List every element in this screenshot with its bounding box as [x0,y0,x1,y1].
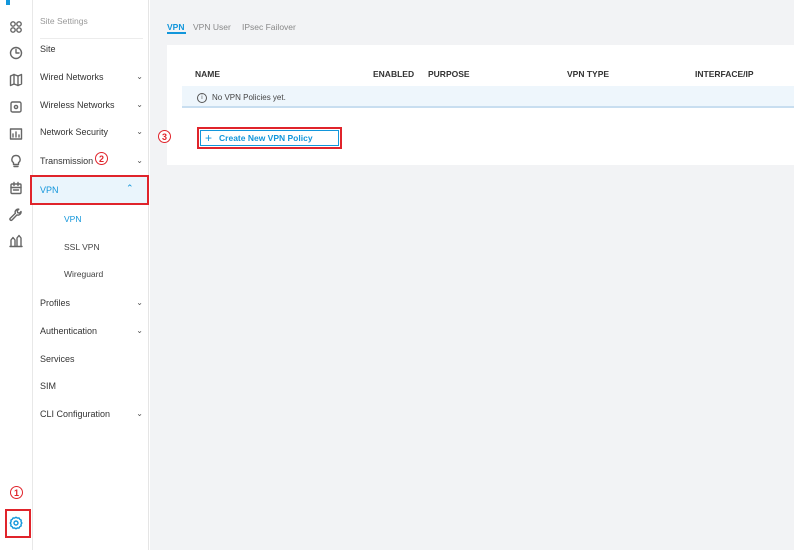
sidebar-item-label: Authentication [40,326,98,336]
divider [40,38,143,39]
sidebar-item-label: Profiles [40,298,71,308]
sidebar-item-vpn[interactable]: VPN ⌃ [30,175,149,205]
column-header-interface-ip[interactable]: INTERFACE/IP [695,69,754,79]
map-icon[interactable] [7,71,25,89]
sidebar-item-label: VPN [40,185,59,195]
column-header-vpn-type[interactable]: VPN TYPE [567,69,609,79]
active-tab-indicator [167,32,186,34]
step-3-badge: 3 [158,130,171,143]
sidebar-subitem-ssl-vpn[interactable]: SSL VPN [64,242,100,252]
chevron-down-icon: ⌄ [136,326,143,335]
plus-icon: + [205,131,213,145]
step-2-badge: 2 [95,152,108,165]
sidebar-item-label: CLI Configuration [40,409,111,419]
sidebar-item-network-security[interactable]: Network Security ⌄ [40,124,143,140]
empty-state-text: No VPN Policies yet. [212,93,286,102]
sidebar-item-cli-configuration[interactable]: CLI Configuration ⌄ [40,406,143,422]
sidebar-item-label: Site [40,44,56,54]
sidebar-item-transmission[interactable]: Transmission ⌄ [40,153,143,169]
sidebar-item-wireless-networks[interactable]: Wireless Networks ⌄ [40,97,143,113]
sidebar-item-label: Network Security [40,127,109,137]
column-header-purpose[interactable]: PURPOSE [428,69,470,79]
main-content: VPN VPN User IPsec Failover NAME ENABLED… [150,0,794,550]
sidebar-item-profiles[interactable]: Profiles ⌄ [40,295,143,311]
bulb-icon[interactable] [7,152,25,170]
create-vpn-policy-button[interactable]: + Create New VPN Policy [200,130,339,146]
apps-icon[interactable] [7,18,25,36]
create-vpn-policy-highlight: + Create New VPN Policy [197,127,342,149]
chart-icon[interactable] [7,232,25,250]
chevron-down-icon: ⌄ [136,127,143,136]
chevron-down-icon: ⌄ [136,100,143,109]
chevron-down-icon: ⌄ [136,409,143,418]
sidebar-item-wired-networks[interactable]: Wired Networks ⌄ [40,69,143,85]
sidebar-item-services[interactable]: Services [40,351,143,367]
sidebar-item-sim[interactable]: SIM [40,378,143,394]
tab-ipsec-failover[interactable]: IPsec Failover [242,22,296,32]
sidebar-item-label: SIM [40,381,57,391]
create-button-label: Create New VPN Policy [219,133,313,143]
clock-icon[interactable] [7,44,25,62]
settings-sidebar: Site Settings Site Wired Networks ⌄ Wire… [34,0,149,550]
sidebar-item-label: Services [40,354,75,364]
calendar-icon[interactable] [7,179,25,197]
tab-vpn-user[interactable]: VPN User [193,22,231,32]
icon-rail: 1 [0,0,33,550]
chevron-up-icon: ⌃ [126,183,134,193]
chevron-down-icon: ⌄ [136,72,143,81]
brand-accent [6,0,10,5]
sidebar-item-label: Transmission [40,156,94,166]
chevron-down-icon: ⌄ [136,156,143,165]
info-icon: i [197,93,207,103]
tab-vpn[interactable]: VPN [167,22,184,32]
sidebar-item-label: Wired Networks [40,72,104,82]
wrench-icon[interactable] [7,206,25,224]
empty-state-row: i No VPN Policies yet. [182,86,794,108]
settings-icon[interactable] [7,514,25,532]
sidebar-header: Site Settings [40,16,88,26]
sidebar-item-site[interactable]: Site [40,41,143,57]
sidebar-item-authentication[interactable]: Authentication ⌄ [40,323,143,339]
chevron-down-icon: ⌄ [136,298,143,307]
statistics-icon[interactable] [7,125,25,143]
tab-bar: VPN VPN User IPsec Failover [150,0,794,34]
column-header-name[interactable]: NAME [195,69,220,79]
sidebar-subitem-vpn[interactable]: VPN [64,214,81,224]
sidebar-item-label: Wireless Networks [40,100,115,110]
vpn-policy-card: NAME ENABLED PURPOSE VPN TYPE INTERFACE/… [167,45,794,165]
sidebar-subitem-wireguard[interactable]: Wireguard [64,269,103,279]
column-header-enabled[interactable]: ENABLED [373,69,414,79]
device-icon[interactable] [7,98,25,116]
step-1-badge: 1 [10,486,23,499]
